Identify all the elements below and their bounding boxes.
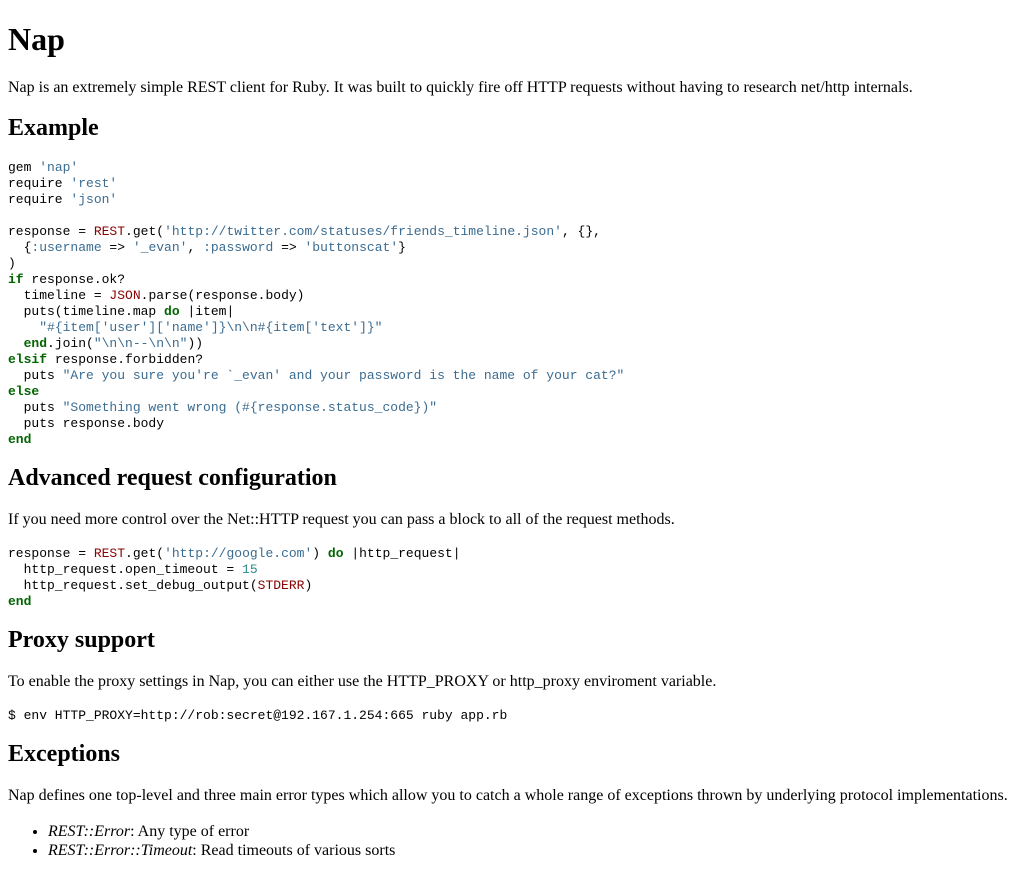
code-line: timeline = JSON.parse(response.body) — [8, 288, 305, 303]
proxy-paragraph: To enable the proxy settings in Nap, you… — [8, 673, 717, 690]
code-line: http_request.open_timeout = 15 — [8, 562, 258, 577]
code-line: http_request.set_debug_output(STDERR) — [8, 578, 313, 593]
exception-name: REST::Error — [48, 823, 131, 840]
exception-name: REST::Error::Timeout — [48, 842, 193, 859]
exceptions-list: REST::Error: Any type of error REST::Err… — [8, 822, 1016, 860]
readme-page: Nap Nap is an extremely simple REST clie… — [0, 0, 1024, 860]
exceptions-paragraph: Nap defines one top-level and three main… — [8, 787, 1008, 804]
proxy-heading: Proxy support — [8, 627, 155, 653]
advanced-heading: Advanced request configuration — [8, 465, 337, 491]
code-line: gem 'nap' — [8, 160, 79, 175]
code-line: if response.ok? — [8, 272, 126, 287]
intro-paragraph: Nap is an extremely simple REST client f… — [8, 79, 913, 96]
code-line: puts(timeline.map do |item| — [8, 304, 235, 319]
example-code-header: gem 'nap' require 'rest' require 'json' — [8, 160, 1016, 208]
list-item: REST::Error: Any type of error — [48, 822, 1016, 841]
advanced-code-block: response = REST.get('http://google.com')… — [8, 546, 1016, 610]
code-line: end — [8, 594, 32, 609]
proxy-code-block: $ env HTTP_PROXY=http://rob:secret@192.1… — [8, 708, 508, 723]
code-line: else — [8, 384, 40, 399]
code-line: end — [8, 432, 32, 447]
code-line: response = REST.get('http://google.com')… — [8, 546, 461, 561]
example-code-body: response = REST.get('http://twitter.com/… — [8, 224, 1016, 448]
exception-desc: : Any type of error — [130, 823, 250, 840]
example-heading: Example — [8, 115, 99, 141]
exceptions-heading: Exceptions — [8, 741, 121, 767]
advanced-paragraph: If you need more control over the Net::H… — [8, 511, 675, 528]
example-code-block: gem 'nap' require 'rest' require 'json' … — [8, 160, 1016, 448]
code-line: end.join("\n\n--\n\n")) — [23, 336, 204, 351]
page-title: Nap — [8, 21, 65, 57]
code-line: elsif response.forbidden? — [8, 352, 204, 367]
code-line: puts response.body — [8, 416, 165, 431]
list-item: REST::Error::Timeout: Read timeouts of v… — [48, 841, 1016, 860]
code-line: response = REST.get('http://twitter.com/… — [8, 224, 601, 239]
code-line: {:username => '_evan', :password => 'but… — [8, 240, 406, 255]
code-line: require 'rest' — [8, 176, 118, 191]
code-line: ) — [8, 256, 16, 271]
code-line: require 'json' — [8, 192, 118, 207]
code-line: "#{item['user']['name']}\n\n#{item['text… — [39, 320, 383, 335]
code-line: puts "Are you sure you're `_evan' and yo… — [8, 368, 625, 383]
exception-desc: : Read timeouts of various sorts — [192, 842, 396, 859]
code-line: puts "Something went wrong (#{response.s… — [8, 400, 438, 415]
